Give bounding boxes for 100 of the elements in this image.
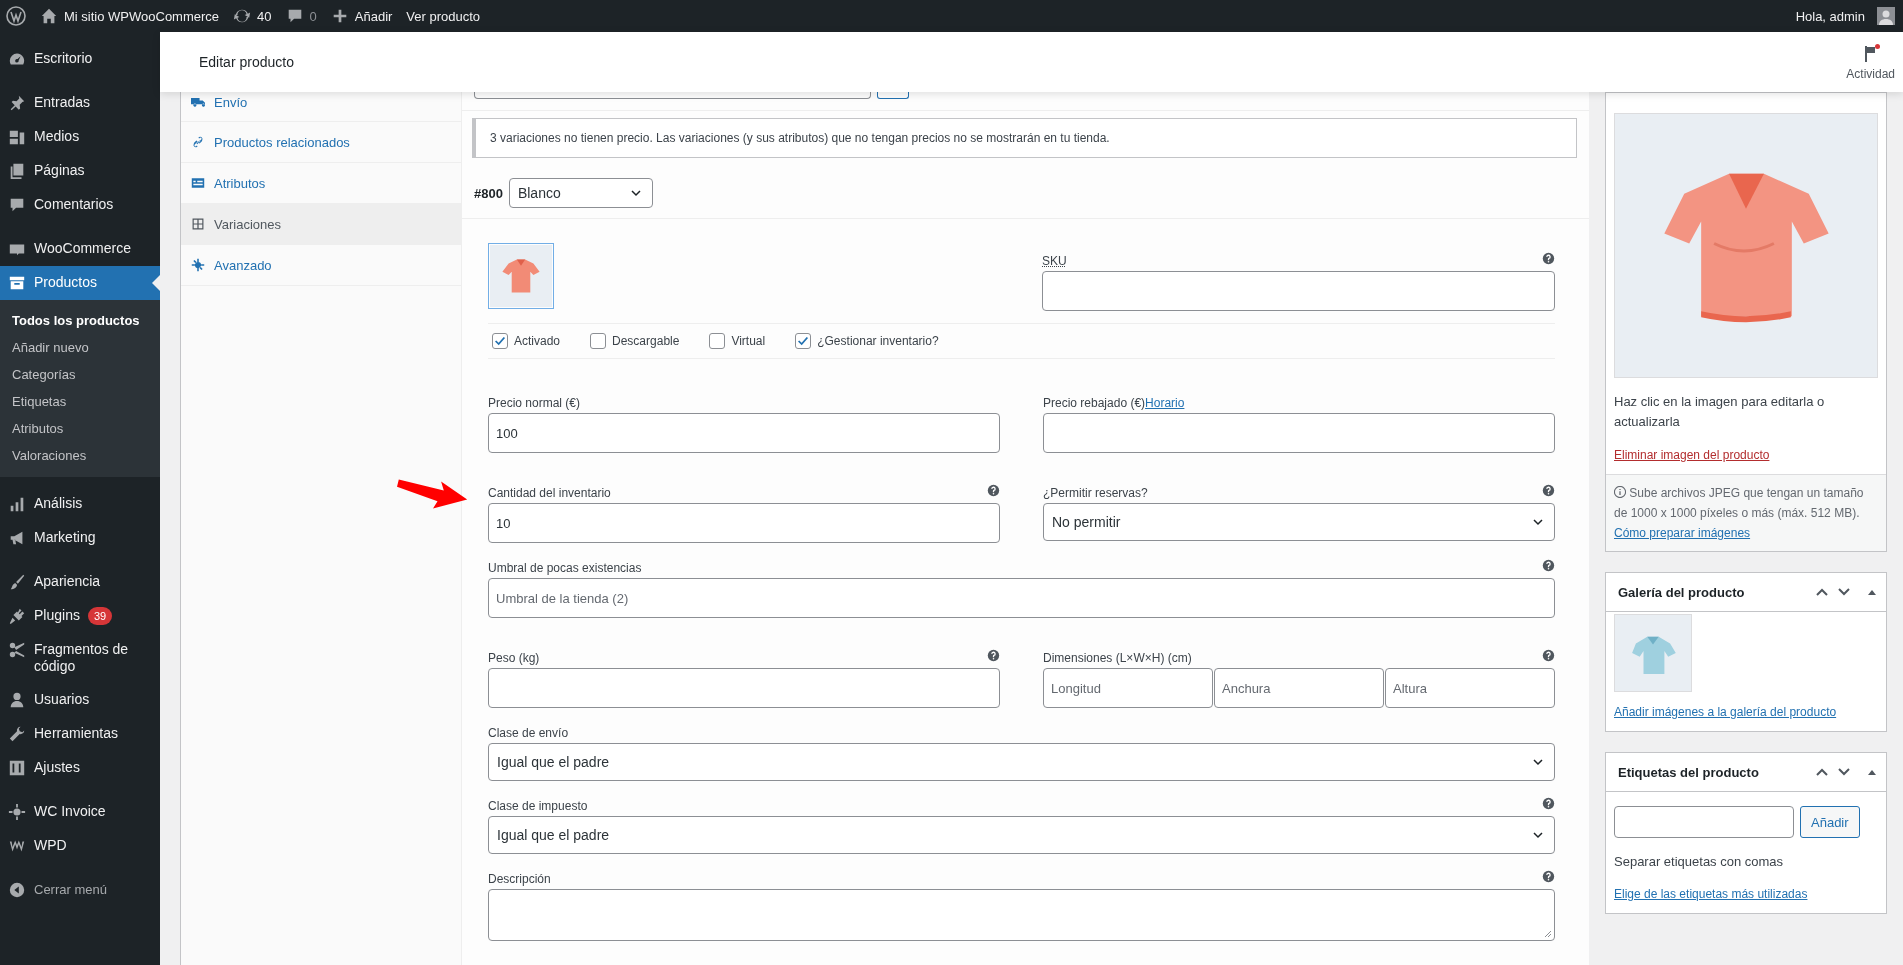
help-link[interactable]: Cómo preparar imágenes [1614, 526, 1751, 540]
collapse-icon [8, 881, 26, 899]
checkbox-option[interactable]: ¿Gestionar inventario? [795, 333, 939, 349]
help-icon[interactable] [987, 649, 1000, 662]
small-button[interactable] [877, 92, 909, 99]
input-field[interactable]: Umbral de la tienda (2) [488, 578, 1555, 618]
submenu-item[interactable]: Atributos [0, 415, 160, 442]
submenu-item[interactable]: Valoraciones [0, 442, 160, 469]
input-field[interactable] [1043, 413, 1555, 453]
sliders-icon [8, 759, 26, 777]
field-label: Clase de impuesto [488, 799, 588, 813]
field-label: Cantidad del inventario [488, 486, 611, 500]
page-title: Editar producto [199, 54, 294, 70]
menu-item[interactable]: Ajustes [0, 751, 160, 785]
checkbox[interactable] [590, 333, 607, 349]
menu-item[interactable]: WooCommerce [0, 232, 160, 266]
menu-item[interactable]: Entradas [0, 86, 160, 120]
chevron-icon [1532, 756, 1544, 768]
box-icon [8, 274, 26, 292]
checkbox[interactable] [795, 333, 812, 349]
input-field[interactable] [488, 668, 1000, 708]
submenu-item[interactable]: Añadir nuevo [0, 334, 160, 361]
field-label: Descripción [488, 872, 551, 886]
chevron-icon [1532, 516, 1544, 528]
scissors-icon [8, 641, 26, 659]
input-field[interactable]: 100 [488, 413, 1000, 453]
checkbox[interactable] [709, 333, 726, 349]
menu-item[interactable]: Usuarios [0, 683, 160, 717]
schedule-link[interactable]: Horario [1145, 396, 1185, 410]
product-data-tab[interactable]: Productos relacionados [181, 122, 461, 163]
menu-item[interactable]: Escritorio [0, 42, 160, 76]
input-field[interactable]: Longitud [1043, 668, 1213, 708]
product-data-tab[interactable]: Variaciones [181, 204, 461, 245]
add-gallery-images-link[interactable]: Añadir imágenes a la galería del producto [1614, 705, 1837, 719]
menu-item[interactable]: Productos [0, 266, 160, 300]
image-note: Sube archivos JPEG que tengan un tamaño de 1000 x 1000 píxeles o más (máx. 512 MB). Cómo preparar imágenes [1614, 485, 1865, 542]
select-field[interactable]: Igual que el padre [488, 743, 1555, 781]
tag-input[interactable] [1614, 806, 1794, 838]
help-icon[interactable] [1542, 484, 1555, 497]
comments-link[interactable]: 0 [285, 7, 317, 25]
remove-image-link[interactable]: Eliminar imagen del producto [1614, 448, 1878, 462]
plug-icon [8, 607, 26, 625]
sku-field[interactable] [1042, 271, 1555, 311]
text-area[interactable] [488, 889, 1555, 941]
chevron-icon [629, 187, 642, 199]
help-icon[interactable] [987, 484, 1000, 497]
menu-item[interactable]: Herramientas [0, 717, 160, 751]
add-tag-button[interactable]: Añadir [1800, 806, 1860, 838]
view-product-link[interactable]: Ver producto [406, 8, 481, 24]
submenu-item[interactable]: Todos los productos [0, 307, 160, 334]
input-field[interactable] [474, 92, 871, 99]
field-label: SKU [1042, 254, 1067, 268]
truck-icon [191, 95, 205, 109]
field-label: Peso (kg) [488, 651, 540, 665]
info-icon [1614, 486, 1626, 498]
refresh-icon [233, 7, 252, 25]
checkbox-option[interactable]: Descargable [590, 333, 680, 349]
wordpress-logo-icon[interactable] [6, 6, 26, 26]
menu-item[interactable]: Páginas [0, 154, 160, 188]
attribute-select[interactable]: Blanco [508, 178, 653, 208]
input-field[interactable]: Anchura [1214, 668, 1384, 708]
submenu-item[interactable]: Categorías [0, 361, 160, 388]
submenu-item[interactable]: Etiquetas [0, 388, 160, 415]
checkbox-option[interactable]: Activado [492, 333, 561, 349]
checkbox[interactable] [492, 333, 508, 349]
menu-item[interactable]: Análisis [0, 487, 160, 521]
help-icon[interactable] [1542, 649, 1555, 662]
field-label: Precio normal (€) [488, 396, 581, 410]
account-link[interactable]: Hola, admin [1795, 7, 1895, 25]
menu-item[interactable]: Fragmentos de código [0, 633, 160, 683]
panel-title: Galería del producto [1618, 584, 1746, 600]
menu-item[interactable]: Medios [0, 120, 160, 154]
site-link[interactable]: Mi sitio WPWooCommerce [40, 7, 220, 25]
activity-button[interactable]: Actividad [1846, 43, 1895, 81]
product-data-tab[interactable]: Avanzado [181, 245, 461, 286]
menu-item[interactable]: WC Invoice [0, 795, 160, 829]
help-icon[interactable] [1542, 870, 1555, 883]
resize-handle-icon[interactable] [1544, 930, 1552, 938]
new-link[interactable]: Añadir [330, 7, 393, 25]
help-icon[interactable] [1542, 559, 1555, 572]
field-label: Dimensiones (L×W×H) (cm) [1043, 651, 1192, 665]
menu-item[interactable]: Comentarios [0, 188, 160, 222]
checkbox-option[interactable]: Virtual [709, 333, 766, 349]
help-icon[interactable] [1542, 252, 1555, 265]
updates-link[interactable]: 40 [233, 7, 272, 25]
menu-item[interactable]: WPD [0, 829, 160, 863]
menu-item[interactable]: Apariencia [0, 565, 160, 599]
select-field[interactable]: No permitir [1043, 503, 1555, 541]
select-field[interactable]: Igual que el padre [488, 816, 1555, 854]
product-data-tab[interactable]: Envío [181, 92, 461, 122]
field-label: ¿Permitir reservas? [1043, 486, 1148, 500]
collapse-menu-button[interactable]: Cerrar menú [0, 873, 160, 907]
help-icon[interactable] [1542, 797, 1555, 810]
field-label: Umbral de pocas existencias [488, 561, 642, 575]
input-field[interactable]: Altura [1385, 668, 1555, 708]
input-field[interactable]: 10 [488, 503, 1000, 543]
menu-item[interactable]: Plugins 39 [0, 599, 160, 633]
popular-tags-link[interactable]: Elige de las etiquetas más utilizadas [1614, 887, 1808, 901]
tags-hint: Separar etiquetas con comas [1614, 853, 1785, 871]
menu-item[interactable]: Marketing [0, 521, 160, 555]
